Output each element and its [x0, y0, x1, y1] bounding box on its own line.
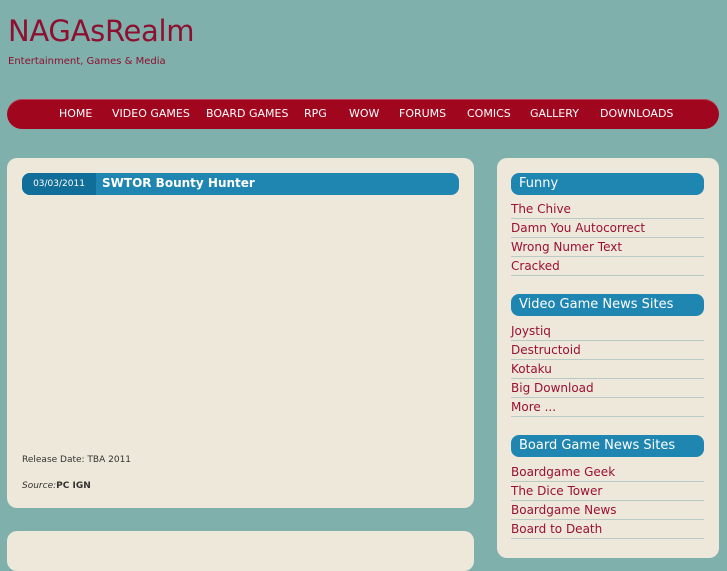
sidebar-heading-board-game-news: Board Game News Sites [511, 435, 704, 457]
next-post-panel [7, 531, 474, 571]
site-tagline: Entertainment, Games & Media [8, 56, 166, 67]
nav-item-downloads[interactable]: DOWNLOADS [600, 107, 673, 120]
sidebar-link[interactable]: Cracked [511, 257, 704, 276]
sidebar-link[interactable]: Boardgame Geek [511, 463, 704, 482]
sidebar-link[interactable]: Board to Death [511, 520, 704, 539]
main-content-panel: 03/03/2011 SWTOR Bounty Hunter Release D… [7, 158, 474, 508]
nav-item-home[interactable]: HOME [59, 107, 92, 120]
nav-item-forums[interactable]: FORUMS [399, 107, 446, 120]
post-release-date: Release Date: TBA 2011 [22, 455, 132, 465]
sidebar-heading-funny: Funny [511, 173, 704, 195]
sidebar-link[interactable]: Damn You Autocorrect [511, 219, 704, 238]
sidebar-panel: Funny The Chive Damn You Autocorrect Wro… [497, 158, 719, 558]
post-source: Source:PC IGN [22, 481, 91, 491]
sidebar-link[interactable]: Joystiq [511, 322, 704, 341]
nav-item-gallery[interactable]: GALLERY [530, 107, 579, 120]
main-nav: HOME VIDEO GAMES BOARD GAMES RPG WOW FOR… [7, 99, 719, 129]
sidebar-link[interactable]: Destructoid [511, 341, 704, 360]
nav-item-video-games[interactable]: VIDEO GAMES [112, 107, 190, 120]
nav-item-board-games[interactable]: BOARD GAMES [206, 107, 288, 120]
sidebar-link-more[interactable]: More ... [511, 398, 704, 417]
sidebar-link[interactable]: The Dice Tower [511, 482, 704, 501]
sidebar-link[interactable]: The Chive [511, 200, 704, 219]
post-date: 03/03/2011 [22, 173, 96, 195]
sidebar-link[interactable]: Kotaku [511, 360, 704, 379]
nav-item-rpg[interactable]: RPG [304, 107, 327, 120]
sidebar-heading-video-game-news: Video Game News Sites [511, 294, 704, 316]
nav-item-comics[interactable]: COMICS [467, 107, 511, 120]
nav-item-wow[interactable]: WOW [349, 107, 379, 120]
sidebar-link[interactable]: Boardgame News [511, 501, 704, 520]
sidebar-link[interactable]: Wrong Numer Text [511, 238, 704, 257]
source-label: Source: [22, 481, 57, 491]
site-title[interactable]: NAGAsRealm [8, 14, 195, 48]
post-title-link[interactable]: SWTOR Bounty Hunter [102, 173, 255, 195]
sidebar-link[interactable]: Big Download [511, 379, 704, 398]
post-header: 03/03/2011 SWTOR Bounty Hunter [22, 173, 459, 195]
source-link[interactable]: PC IGN [56, 481, 91, 491]
